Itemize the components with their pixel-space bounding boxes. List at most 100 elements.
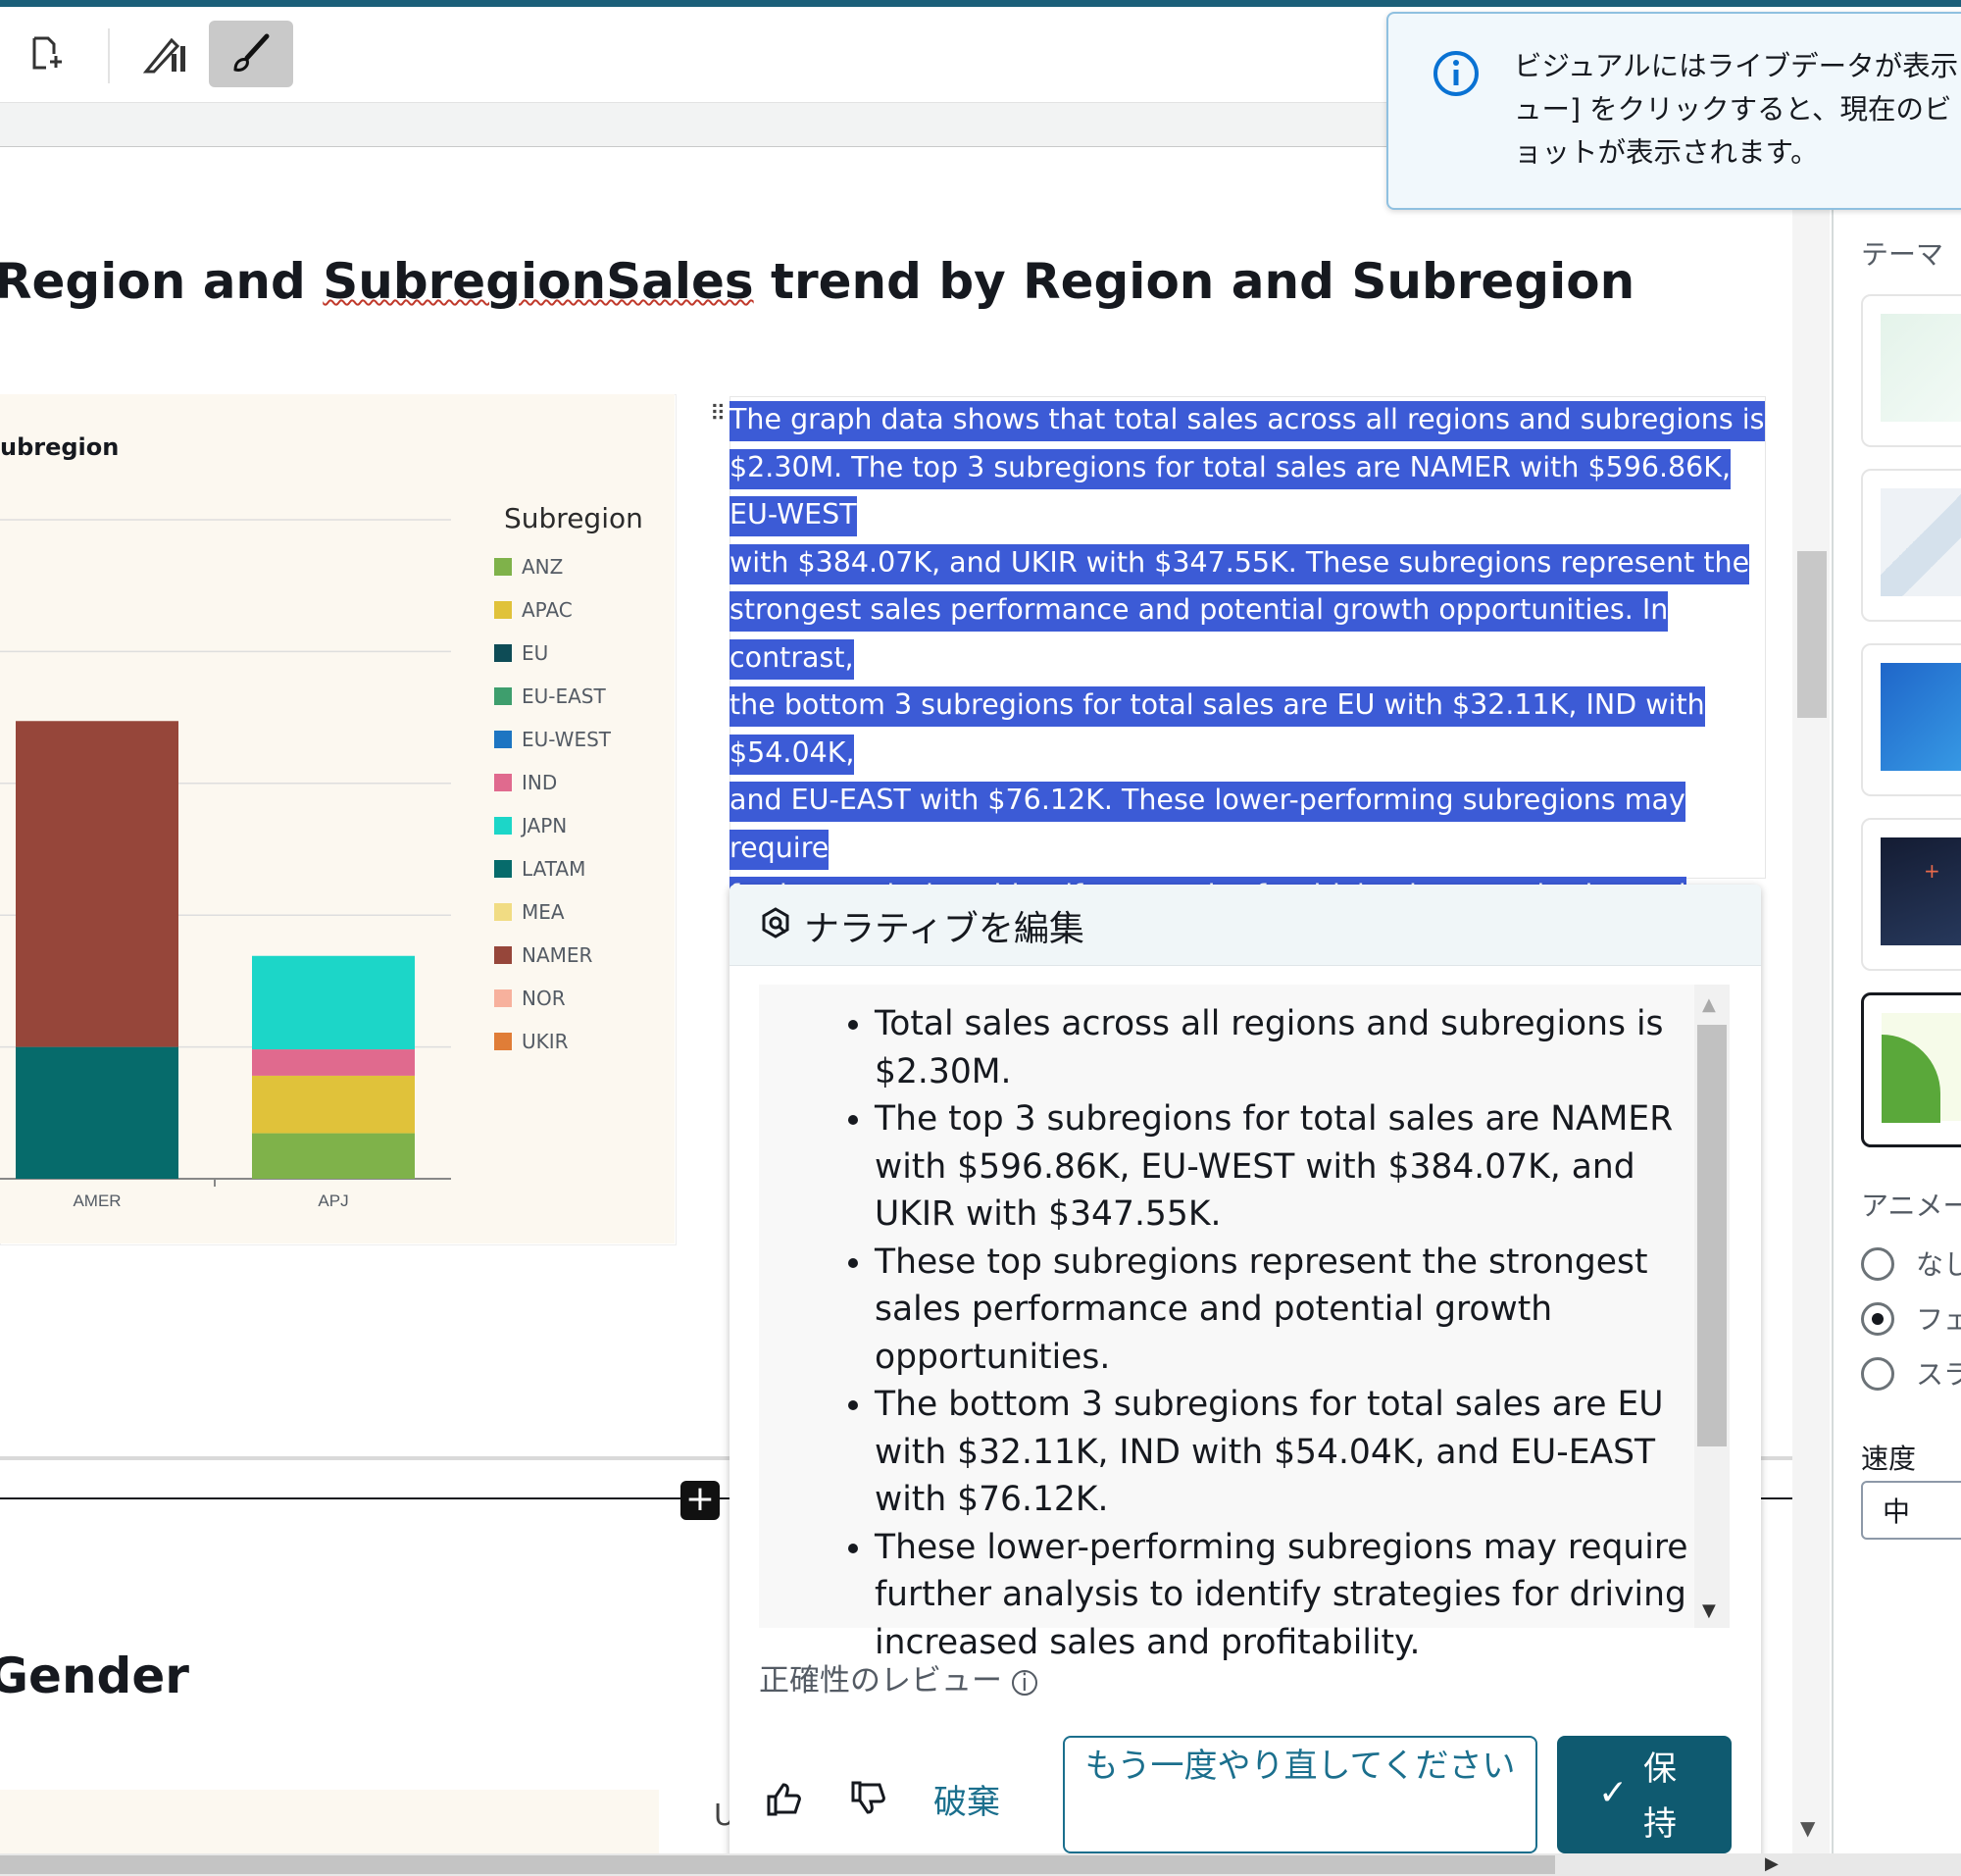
add-page-icon	[32, 36, 62, 70]
theme-tile-2[interactable]	[1861, 469, 1961, 622]
editor-scrollbar-thumb[interactable]	[1697, 1025, 1727, 1446]
legend-label: LATAM	[522, 857, 586, 881]
narrative-line: with $384.07K, and UKIR with $347.55K. T…	[729, 539, 1779, 587]
legend-label: NOR	[522, 987, 566, 1010]
legend-label: EU-WEST	[522, 728, 612, 751]
legend-item[interactable]: JAPN	[494, 814, 567, 837]
legend-item[interactable]: EU	[494, 641, 548, 665]
canvas-scrollbar-thumb[interactable]	[1797, 551, 1827, 718]
scroll-down-arrow-icon[interactable]: ▼	[1800, 1816, 1815, 1840]
narrative-bullet: These lower-performing subregions may re…	[875, 1524, 1718, 1667]
legend-swatch	[494, 860, 512, 878]
speed-select[interactable]: 中	[1861, 1481, 1961, 1540]
chart-pencil-icon	[142, 37, 185, 74]
narrative-line: $2.30M. The top 3 subregions for total s…	[729, 444, 1779, 539]
legend-item[interactable]: EU-EAST	[494, 684, 606, 708]
discard-button[interactable]: 破棄	[933, 1775, 1000, 1823]
format-button[interactable]	[209, 21, 293, 87]
info-circle-icon	[1433, 51, 1479, 96]
canvas-scrollbar[interactable]	[1792, 147, 1830, 1853]
legend-item[interactable]: NAMER	[494, 943, 592, 967]
legend-item[interactable]: MEA	[494, 900, 565, 924]
legend-swatch	[494, 903, 512, 921]
ai-sparkle-icon	[762, 907, 789, 938]
legend-swatch	[494, 558, 512, 576]
legend-item[interactable]: EU-WEST	[494, 728, 611, 751]
legend-item[interactable]: IND	[494, 771, 557, 794]
animation-radio-label: スラ	[1916, 1358, 1961, 1391]
bar-segment[interactable]	[16, 721, 178, 1047]
legend-item[interactable]: APAC	[494, 598, 573, 622]
x-tick-label: AMER	[73, 1192, 121, 1210]
legend-label: ANZ	[522, 555, 564, 579]
scroll-up-arrow-icon[interactable]: ▲	[1702, 994, 1716, 1015]
legend-item[interactable]: ANZ	[494, 555, 563, 579]
insights-button[interactable]	[124, 21, 208, 87]
second-visual-panel	[0, 1790, 659, 1854]
retry-button[interactable]: もう一度やり直してください	[1063, 1736, 1537, 1853]
toolbar	[0, 7, 1392, 102]
legend-label: MEA	[522, 900, 565, 924]
bar-segment[interactable]	[252, 955, 415, 1050]
scroll-down-arrow-icon[interactable]: ▼	[1702, 1600, 1716, 1621]
info-icon[interactable]: i	[1011, 1670, 1037, 1696]
drag-handle-icon[interactable]: ⠿	[710, 402, 726, 427]
theme-tile-4[interactable]: +	[1861, 818, 1961, 971]
narrative-bullet: Total sales across all regions and subre…	[875, 1000, 1718, 1095]
scroll-right-arrow-icon[interactable]: ▶	[1765, 1853, 1779, 1874]
narrative-bullet-list[interactable]: Total sales across all regions and subre…	[835, 1000, 1718, 1666]
keep-button[interactable]: ✓ 保持	[1557, 1736, 1732, 1853]
toast-line: ュー] をクリックすると、現在のビ	[1514, 93, 1952, 126]
thumbs-down-icon[interactable]	[849, 1779, 886, 1816]
animation-label: アニメー	[1861, 1190, 1961, 1222]
thumbs-up-icon[interactable]	[765, 1781, 802, 1818]
legend-label: UKIR	[522, 1030, 569, 1053]
legend-swatch	[494, 644, 512, 662]
narrative-line: strongest sales performance and potentia…	[729, 586, 1779, 682]
legend-label: EU	[522, 641, 549, 665]
legend-swatch	[494, 946, 512, 964]
bar-segment[interactable]	[252, 1133, 415, 1179]
legend-title: Subregion	[504, 502, 643, 534]
speed-label: 速度	[1861, 1443, 1917, 1475]
bar-segment[interactable]	[252, 1075, 415, 1134]
animation-radio[interactable]	[1861, 1302, 1894, 1336]
theme-tile-5-selected[interactable]	[1861, 992, 1961, 1147]
legend-swatch	[494, 1033, 512, 1050]
toast-line: ビジュアルにはライブデータが表示	[1514, 50, 1959, 82]
theme-tile-1[interactable]	[1861, 294, 1961, 447]
second-visual-title: Gender	[0, 1648, 189, 1704]
toast-line: ョットが表示されます。	[1514, 136, 1819, 169]
animation-radio-label: フェ	[1916, 1303, 1961, 1336]
accuracy-review-label: 正確性のレビュー i	[759, 1655, 1037, 1699]
animation-radio[interactable]	[1861, 1357, 1894, 1391]
x-tick-label: APJ	[318, 1192, 348, 1210]
legend-swatch	[494, 774, 512, 791]
legend-item[interactable]: UKIR	[494, 1030, 569, 1053]
theme-label: テーマ	[1861, 238, 1944, 271]
horizontal-scrollbar-thumb[interactable]	[0, 1855, 1555, 1874]
animation-radio[interactable]	[1861, 1247, 1894, 1281]
theme-tile-3[interactable]	[1861, 643, 1961, 796]
legend-item[interactable]: LATAM	[494, 857, 585, 881]
add-sheet-button[interactable]	[4, 21, 88, 87]
narrative-line: The graph data shows that total sales ac…	[729, 396, 1779, 444]
narrative-bullet: These top subregions represent the stron…	[875, 1239, 1718, 1382]
legend-item[interactable]: NOR	[494, 987, 566, 1010]
check-icon: ✓	[1598, 1773, 1629, 1813]
narrative-bullet: The top 3 subregions for total sales are…	[875, 1095, 1718, 1239]
legend-swatch	[494, 989, 512, 1007]
add-section-button[interactable]: +	[680, 1481, 720, 1520]
legend-label: JAPN	[522, 814, 568, 837]
narrative-line: the bottom 3 subregions for total sales …	[729, 682, 1779, 777]
legend-label: EU-EAST	[522, 684, 606, 708]
spellcheck-word: SubregionSales	[323, 253, 754, 310]
legend-swatch	[494, 601, 512, 619]
legend-label: APAC	[522, 598, 573, 622]
legend-swatch	[494, 687, 512, 705]
bar-segment[interactable]	[252, 1049, 415, 1076]
bar-segment[interactable]	[16, 1046, 178, 1179]
legend-label: NAMER	[522, 943, 593, 967]
toolbar-divider	[0, 102, 1392, 149]
narrative-line: and EU-EAST with $76.12K. These lower-pe…	[729, 777, 1779, 872]
